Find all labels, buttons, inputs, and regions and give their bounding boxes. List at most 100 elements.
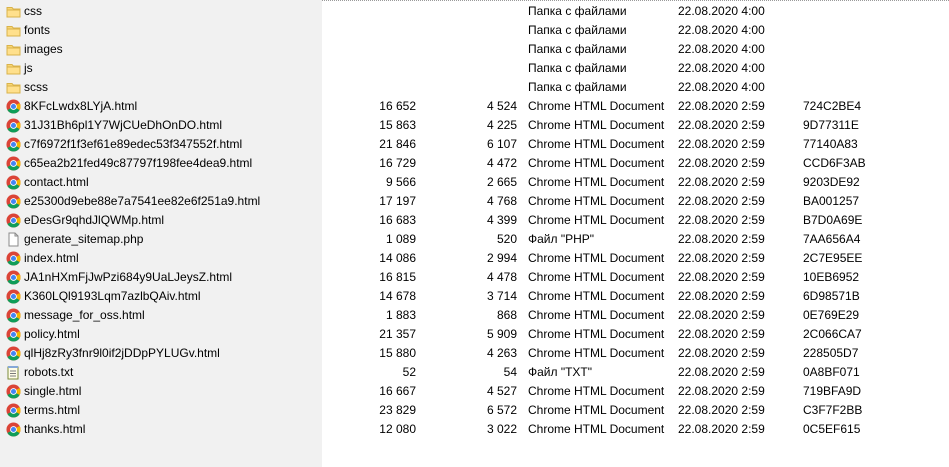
- file-modified: 22.08.2020 2:59: [678, 403, 765, 417]
- file-crc: 6D98571B: [803, 289, 860, 303]
- file-row[interactable]: terms.html 23 829 6 572 Chrome HTML Documen…: [0, 401, 949, 420]
- file-size: 17 197: [379, 194, 416, 208]
- file-modified: 22.08.2020 2:59: [678, 194, 765, 208]
- file-row[interactable]: message_for_oss.html 1 883 868 Chrome HTML …: [0, 306, 949, 325]
- file-packed-size: 2 665: [486, 175, 517, 189]
- file-row[interactable]: scss Папка с файлами 22.08.2020 4:00: [0, 78, 949, 97]
- file-modified: 22.08.2020 2:59: [678, 422, 765, 436]
- file-type: Chrome HTML Document: [528, 194, 665, 208]
- file-crc: C3F7F2BB: [803, 403, 863, 417]
- file-packed-size: 6 572: [486, 403, 517, 417]
- folder-icon: [6, 42, 21, 57]
- file-crc: 9D77311E: [803, 118, 859, 132]
- chrome-icon: [6, 327, 21, 342]
- file-type: Chrome HTML Document: [528, 118, 665, 132]
- file-row[interactable]: c7f6972f1f3ef61e89edec53f347552f.html 21 …: [0, 135, 949, 154]
- file-size: 21 357: [379, 327, 416, 341]
- file-crc: CCD6F3AB: [803, 156, 866, 170]
- file-row[interactable]: eDesGr9qhdJlQWMp.html 16 683 4 399 Chrome H…: [0, 211, 949, 230]
- file-name: generate_sitemap.php: [24, 232, 144, 246]
- file-modified: 22.08.2020 2:59: [678, 365, 765, 379]
- file-row[interactable]: 8KFcLwdx8LYjA.html 16 652 4 524 Chrome HTML…: [0, 97, 949, 116]
- file-row[interactable]: policy.html 21 357 5 909 Chrome HTML Docume…: [0, 325, 949, 344]
- file-name: scss: [24, 80, 48, 94]
- file-packed-size: 54: [503, 365, 517, 379]
- file-row[interactable]: js Папка с файлами 22.08.2020 4:00: [0, 59, 949, 78]
- file-name: 8KFcLwdx8LYjA.html: [24, 99, 138, 113]
- file-type: Файл "PHP": [528, 232, 595, 246]
- file-modified: 22.08.2020 2:59: [678, 156, 765, 170]
- file-name: fonts: [24, 23, 51, 37]
- file-packed-size: 3 022: [486, 422, 517, 436]
- file-packed-size: 3 714: [486, 289, 517, 303]
- file-packed-size: 4 524: [486, 99, 517, 113]
- file-row[interactable]: single.html 16 667 4 527 Chrome HTML Docume…: [0, 382, 949, 401]
- file-packed-size: 4 768: [486, 194, 517, 208]
- file-size: 15 863: [379, 118, 416, 132]
- file-modified: 22.08.2020 2:59: [678, 99, 765, 113]
- file-row[interactable]: qlHj8zRy3fnr9l0if2jDDpPYLUGv.html 15 880 4…: [0, 344, 949, 363]
- file-name: 31J31Bh6pl1Y7WjCUeDhOnDO.html: [24, 118, 223, 132]
- file-name: robots.txt: [24, 365, 74, 379]
- file-row[interactable]: contact.html 9 566 2 665 Chrome HTML Docume…: [0, 173, 949, 192]
- file-crc: 7AA656A4: [803, 232, 861, 246]
- file-packed-size: 4 527: [486, 384, 517, 398]
- file-modified: 22.08.2020 2:59: [678, 118, 765, 132]
- file-row[interactable]: fonts Папка с файлами 22.08.2020 4:00: [0, 21, 949, 40]
- chrome-icon: [6, 346, 21, 361]
- file-name: index.html: [24, 251, 79, 265]
- file-type: Папка с файлами: [528, 4, 627, 18]
- chrome-icon: [6, 422, 21, 437]
- chrome-icon: [6, 308, 21, 323]
- file-name: message_for_oss.html: [24, 308, 145, 322]
- chrome-icon: [6, 289, 21, 304]
- file-size: 21 846: [379, 137, 416, 151]
- file-row[interactable]: thanks.html 12 080 3 022 Chrome HTML Docume…: [0, 420, 949, 439]
- folder-icon: [6, 80, 21, 95]
- file-modified: 22.08.2020 4:00: [678, 61, 765, 75]
- file-crc: 2C066CA7: [803, 327, 862, 341]
- file-name: policy.html: [24, 327, 80, 341]
- file-row[interactable]: e25300d9ebe88e7a7541ee82e6f251a9.html 17 …: [0, 192, 949, 211]
- file-row[interactable]: robots.txt 52 54 Файл "TXT" 22.08.2020 2:59 0…: [0, 363, 949, 382]
- file-crc: 0C5EF615: [803, 422, 861, 436]
- file-type: Chrome HTML Document: [528, 422, 665, 436]
- file-size: 16 815: [379, 270, 416, 284]
- file-crc: 0E769E29: [803, 308, 860, 322]
- file-list[interactable]: css Папка с файлами 22.08.2020 4:00 fonts Па…: [0, 2, 949, 439]
- file-crc: 724C2BE4: [803, 99, 862, 113]
- file-size: 14 678: [379, 289, 416, 303]
- file-packed-size: 4 472: [486, 156, 517, 170]
- file-crc: 9203DE92: [803, 175, 860, 189]
- chrome-icon: [6, 194, 21, 209]
- file-row[interactable]: images Папка с файлами 22.08.2020 4:00: [0, 40, 949, 59]
- file-modified: 22.08.2020 2:59: [678, 213, 765, 227]
- chrome-icon: [6, 118, 21, 133]
- file-size: 16 667: [379, 384, 416, 398]
- file-size: 16 729: [379, 156, 416, 170]
- folder-icon: [6, 23, 21, 38]
- file-type: Chrome HTML Document: [528, 175, 665, 189]
- file-size: 1 883: [385, 308, 416, 322]
- chrome-icon: [6, 403, 21, 418]
- file-row[interactable]: K360LQl9193Lqm7azlbQAiv.html 14 678 3 714 C…: [0, 287, 949, 306]
- file-row[interactable]: generate_sitemap.php 1 089 520 Файл "PHP" 22…: [0, 230, 949, 249]
- file-row[interactable]: 31J31Bh6pl1Y7WjCUeDhOnDO.html 15 863 4 225…: [0, 116, 949, 135]
- file-modified: 22.08.2020 2:59: [678, 308, 765, 322]
- file-modified: 22.08.2020 2:59: [678, 346, 765, 360]
- folder-icon: [6, 61, 21, 76]
- file-row[interactable]: JA1nHXmFjJwPzi684y9UaLJeysZ.html 16 815 4 …: [0, 268, 949, 287]
- file-packed-size: 2 994: [486, 251, 517, 265]
- file-type: Chrome HTML Document: [528, 384, 665, 398]
- file-name: K360LQl9193Lqm7azlbQAiv.html: [24, 289, 201, 303]
- file-size: 16 652: [379, 99, 416, 113]
- file-type: Chrome HTML Document: [528, 270, 665, 284]
- file-row[interactable]: index.html 14 086 2 994 Chrome HTML Documen…: [0, 249, 949, 268]
- chrome-icon: [6, 251, 21, 266]
- file-type: Папка с файлами: [528, 80, 627, 94]
- file-row[interactable]: css Папка с файлами 22.08.2020 4:00: [0, 2, 949, 21]
- file-type: Папка с файлами: [528, 42, 627, 56]
- file-size: 14 086: [379, 251, 416, 265]
- file-name: single.html: [24, 384, 82, 398]
- file-row[interactable]: c65ea2b21fed49c87797f198fee4dea9.html 16 …: [0, 154, 949, 173]
